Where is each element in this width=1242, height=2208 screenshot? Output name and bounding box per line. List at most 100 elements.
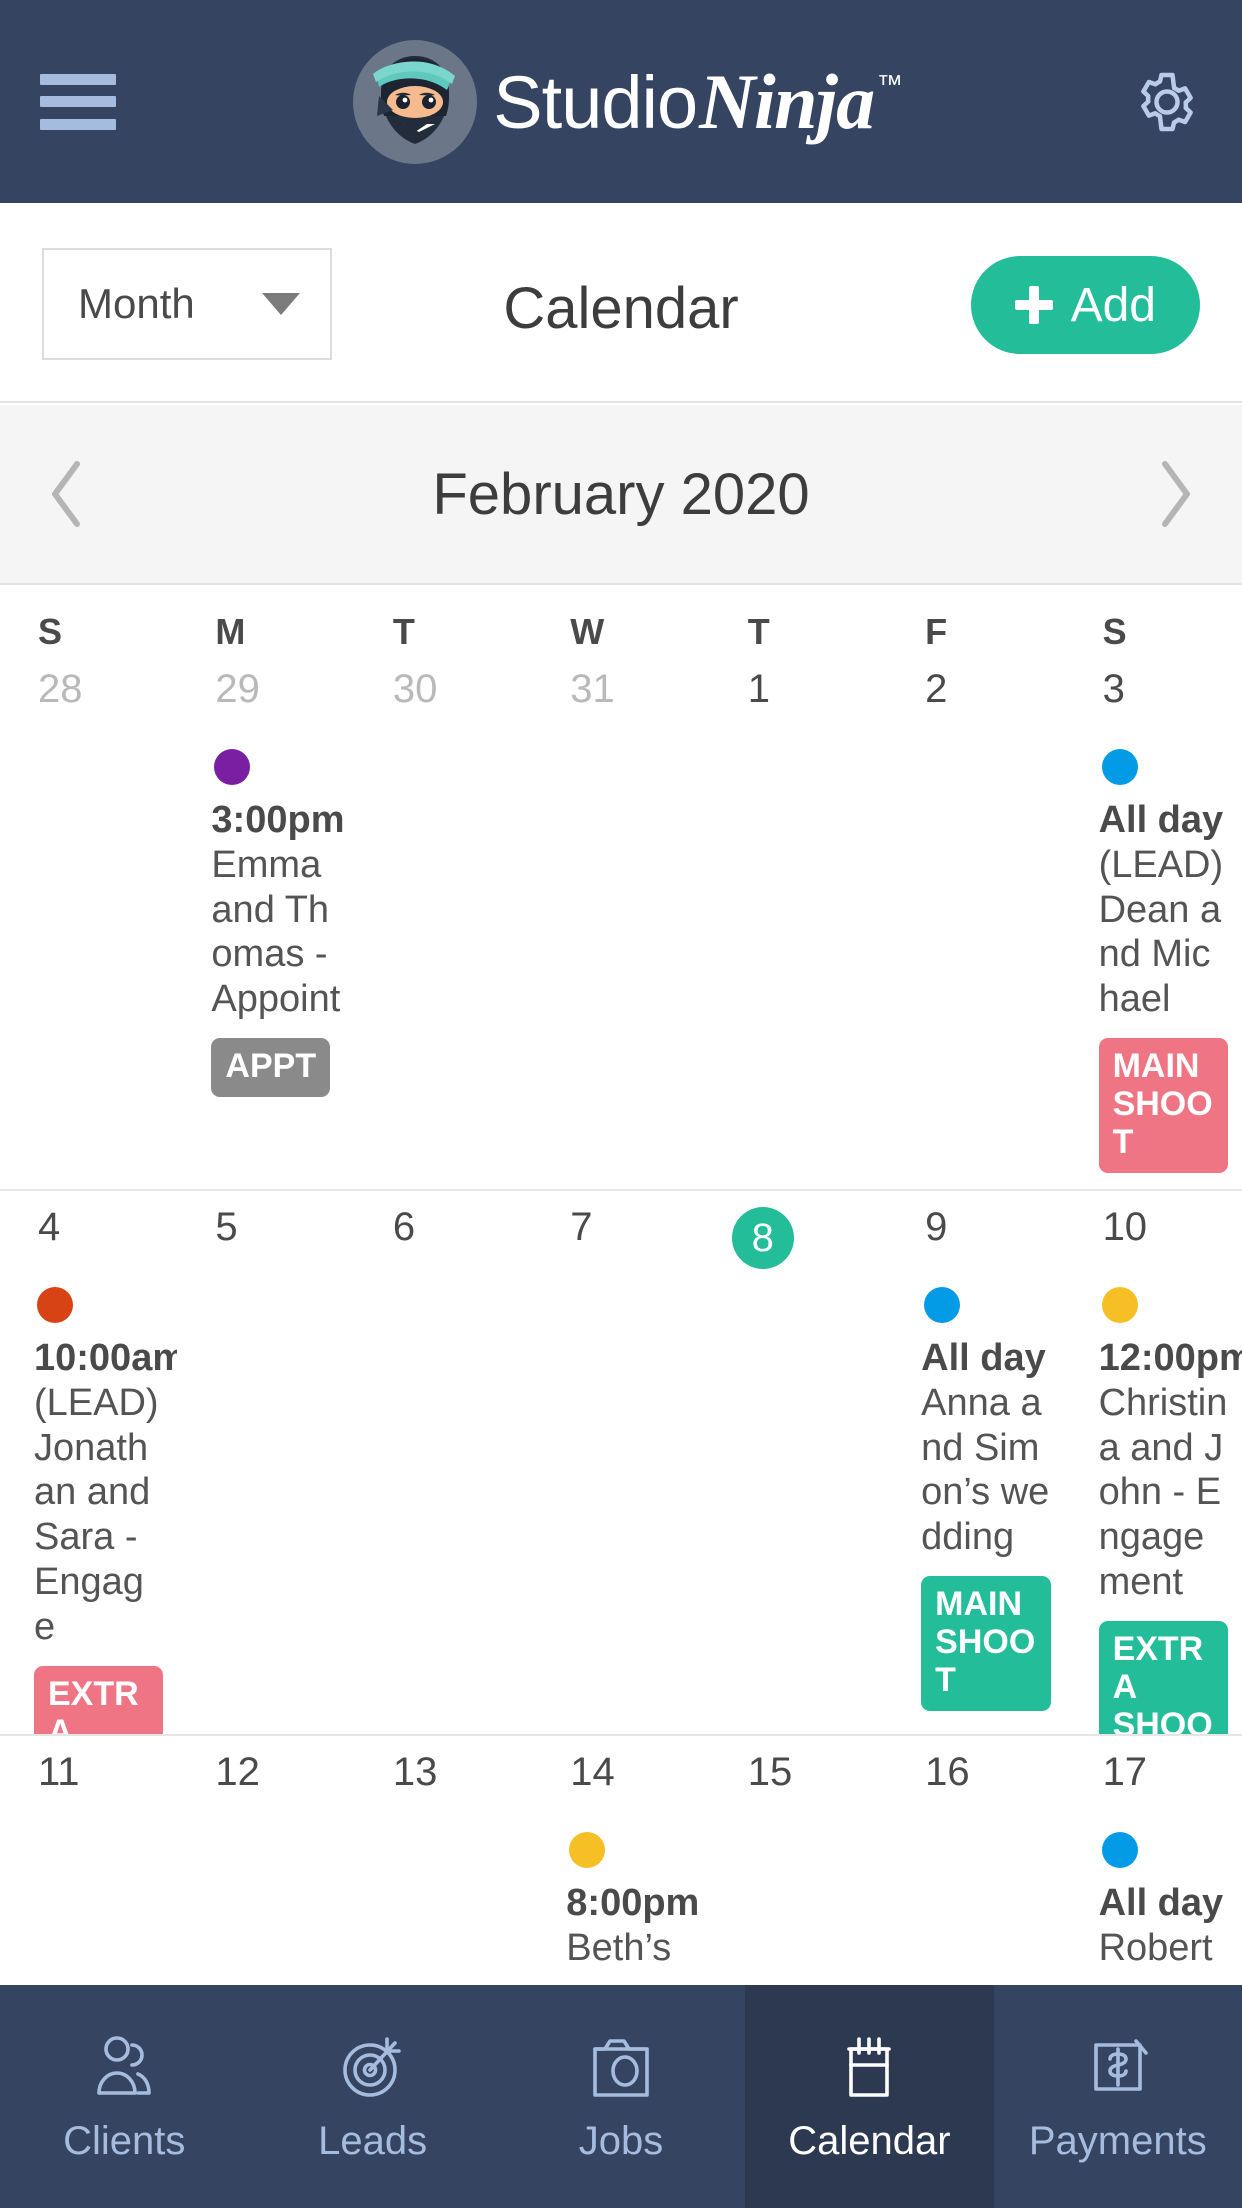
- calendar-day-cell[interactable]: 15: [710, 1736, 887, 2026]
- day-number: 31: [570, 667, 615, 711]
- day-number: 5: [215, 1205, 238, 1249]
- gear-icon[interactable]: [1132, 67, 1202, 137]
- event-title: Emma and Thomas - Appoint: [211, 843, 341, 1021]
- bottom-navigation: Clients Leads Jobs Calendar Payments: [0, 1985, 1242, 2208]
- event-title: Anna and Simon’s wedding: [921, 1381, 1050, 1559]
- day-number: 11: [38, 1750, 80, 1794]
- weekday-label: M: [215, 611, 246, 652]
- calendar-day-cell[interactable]: 29 3:00pm Emma and Thomas - Appoint APPT: [177, 653, 354, 1189]
- event-title: Christina and John - Engagement: [1098, 1381, 1228, 1603]
- day-number: 7: [570, 1205, 593, 1249]
- calendar-event[interactable]: 8:00pm Beth’s: [532, 1832, 699, 1971]
- brand-ninja-text: Ninja: [699, 57, 875, 145]
- day-number: 30: [392, 667, 438, 711]
- event-color-dot: [924, 1287, 961, 1323]
- hamburger-bar: [40, 96, 116, 107]
- nav-label: Jobs: [578, 2119, 664, 2163]
- day-number: 10: [1102, 1205, 1148, 1249]
- day-number: 2: [925, 667, 948, 711]
- event-color-dot: [1101, 1832, 1138, 1868]
- app-root: Studio Ninja ™ Month Calendar Add Februa…: [0, 0, 1242, 2208]
- add-button[interactable]: Add: [970, 256, 1200, 354]
- calendar-toolbar: Month Calendar Add: [0, 203, 1242, 403]
- event-color-dot: [1101, 749, 1138, 785]
- calendar-day-cell[interactable]: 30: [355, 653, 532, 1189]
- calendar-day-cell[interactable]: 10 12:00pm Christina and John - Engagement…: [1065, 1191, 1242, 1734]
- hamburger-bar: [40, 118, 116, 130]
- calendar-day-cell[interactable]: 12: [177, 1736, 354, 2026]
- event-type-badge: MAIN SHOOT: [921, 1576, 1051, 1712]
- calendar-day-cell[interactable]: 14 8:00pm Beth’s: [532, 1736, 709, 2026]
- weekday-label: T: [392, 611, 415, 652]
- chevron-left-icon[interactable]: [45, 456, 89, 532]
- event-time: All day: [921, 1337, 1046, 1379]
- calendar-weeks: 28 29 3:00pm Emma and Thomas - Appoint APPT 3…: [0, 653, 1242, 2026]
- calendar-day-cell[interactable]: 13: [355, 1736, 532, 2026]
- nav-label: Leads: [318, 2119, 428, 2163]
- calendar-day-cell[interactable]: 6: [355, 1191, 532, 1734]
- nav-item-payments[interactable]: Payments: [994, 1985, 1242, 2208]
- calendar-day-cell[interactable]: 11: [0, 1736, 177, 2026]
- day-number: 12: [215, 1750, 260, 1794]
- day-number: 6: [392, 1205, 416, 1249]
- nav-item-calendar[interactable]: Calendar: [745, 1985, 994, 2208]
- calendar-day-cell[interactable]: 8: [710, 1191, 887, 1734]
- target-icon: [335, 2029, 411, 2105]
- nav-item-clients[interactable]: Clients: [0, 1985, 248, 2208]
- event-title: (LEAD) Dean and Michael: [1098, 843, 1224, 1021]
- month-navigation: February 2020: [0, 405, 1242, 585]
- day-number: 14: [570, 1750, 615, 1794]
- calendar-day-cell[interactable]: 9 All day Anna and Simon’s wedding MAIN SHO…: [887, 1191, 1064, 1734]
- add-button-label: Add: [1070, 278, 1156, 332]
- nav-label: Calendar: [788, 2119, 951, 2163]
- event-type-badge: MAIN SHOOT: [1098, 1038, 1228, 1174]
- weekday-label: T: [747, 611, 770, 652]
- day-number: 9: [925, 1205, 948, 1249]
- day-number: 1: [747, 667, 770, 711]
- calendar-day-cell[interactable]: 7: [532, 1191, 709, 1734]
- view-mode-select[interactable]: Month: [42, 248, 332, 360]
- payment-icon: [1080, 2029, 1156, 2105]
- calendar-event[interactable]: 10:00am (LEAD) Jonathan and Sara - Engage…: [0, 1287, 178, 1734]
- event-color-dot: [214, 749, 251, 785]
- brand-wordmark: Studio Ninja ™: [493, 57, 902, 147]
- calendar-event[interactable]: 12:00pm Christina and John - Engagement EX…: [1065, 1287, 1242, 1734]
- day-number: 29: [215, 667, 260, 711]
- calendar-event[interactable]: All day Anna and Simon’s wedding MAIN SHOO…: [887, 1287, 1054, 1712]
- view-mode-value: Month: [78, 280, 195, 327]
- event-type-badge: EXTRA SHOOT: [1098, 1620, 1228, 1734]
- calendar-day-cell[interactable]: 2: [887, 653, 1064, 1189]
- weekday-label: S: [1102, 611, 1127, 652]
- day-number: 15: [747, 1750, 793, 1794]
- calendar-day-cell[interactable]: 28: [0, 653, 177, 1189]
- calendar-day-cell[interactable]: 31: [532, 653, 709, 1189]
- calendar-week-row: 11 12 13 14 8:00pm Beth’s 15 16 17 All day Robert: [0, 1736, 1242, 2026]
- chevron-down-icon: [262, 293, 300, 315]
- chevron-right-icon[interactable]: [1153, 456, 1197, 532]
- hamburger-menu-icon[interactable]: [40, 73, 116, 130]
- event-time: 8:00pm: [566, 1882, 700, 1924]
- event-color-dot: [1101, 1287, 1138, 1323]
- event-type-badge: EXTRA SHOOT: [34, 1665, 164, 1734]
- day-number: 4: [38, 1205, 61, 1249]
- camera-icon: [583, 2029, 659, 2105]
- calendar-day-cell[interactable]: 16: [887, 1736, 1064, 2026]
- nav-item-leads[interactable]: Leads: [248, 1985, 496, 2208]
- calendar-day-cell[interactable]: 5: [177, 1191, 354, 1734]
- nav-label: Clients: [63, 2119, 186, 2163]
- day-number: 3: [1102, 667, 1125, 711]
- event-time: 10:00am: [34, 1337, 178, 1379]
- weekday-label: F: [925, 611, 948, 652]
- calendar-week-row: 28 29 3:00pm Emma and Thomas - Appoint APPT 3…: [0, 653, 1242, 1191]
- brand-logo: Studio Ninja ™: [351, 38, 903, 166]
- calendar-event[interactable]: All day (LEAD) Dean and Michael MAIN SHOOT: [1065, 749, 1232, 1174]
- calendar-day-cell[interactable]: 4 10:00am (LEAD) Jonathan and Sara - Engag…: [0, 1191, 177, 1734]
- nav-item-jobs[interactable]: Jobs: [497, 1985, 745, 2208]
- calendar-event[interactable]: All day Robert: [1065, 1832, 1232, 1971]
- calendar-event[interactable]: 3:00pm Emma and Thomas - Appoint APPT: [177, 749, 344, 1098]
- calendar-day-cell[interactable]: 3 All day (LEAD) Dean and Michael MAIN SHOO…: [1065, 653, 1242, 1189]
- calendar-day-cell[interactable]: 1: [710, 653, 887, 1189]
- app-header: Studio Ninja ™: [0, 0, 1242, 203]
- calendar-day-cell[interactable]: 17 All day Robert: [1065, 1736, 1242, 2026]
- brand-studio-text: Studio: [493, 60, 698, 144]
